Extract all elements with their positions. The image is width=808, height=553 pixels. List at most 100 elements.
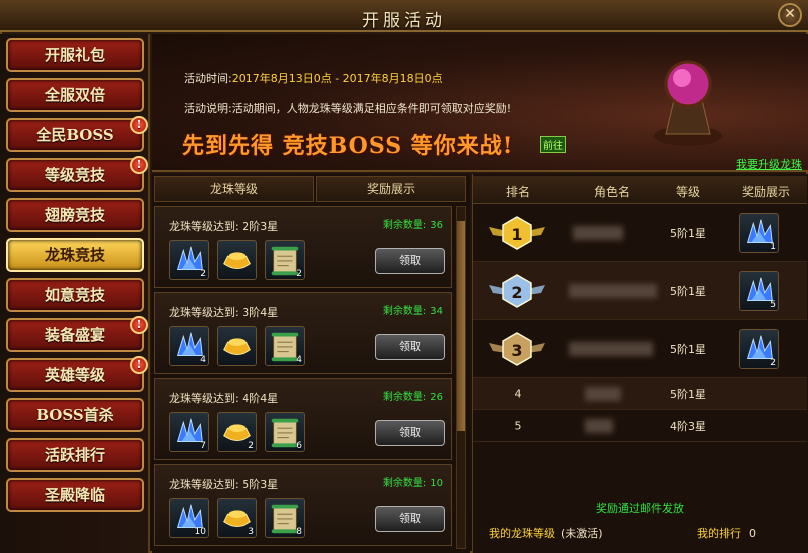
reward-item-slot[interactable]: 2 [265,240,305,280]
reward-tier-card: 龙珠等级达到: 2阶3星 剩余数量: 36 2 2 领取 [154,206,452,288]
sidebar-item-label: 如意竞技 [44,286,105,304]
sidebar-item-10[interactable]: BOSS首杀 [6,398,144,432]
sidebar-item-5[interactable]: 翅膀竞技 [6,198,144,232]
rank-medal-icon: 1 [489,215,545,250]
alert-badge-icon: ! [130,316,148,334]
sidebar-item-2[interactable]: 全服双倍 [6,78,144,112]
rank-number: 3 [511,341,522,360]
my-rank-value: 0 [749,527,756,540]
reward-tier-card: 龙珠等级达到: 5阶3星 剩余数量: 10 10 3 8 领取 [154,464,452,546]
scroll-thumb[interactable] [457,221,465,431]
header-orb-level: 龙珠等级 [154,176,314,202]
reward-item-slot[interactable]: 7 [169,412,209,452]
reward-item-slot[interactable] [217,240,257,280]
reward-tier-card: 龙珠等级达到: 4阶4星 剩余数量: 26 7 2 6 领取 [154,378,452,460]
gold-ingot-icon [223,252,251,270]
tier-condition: 龙珠等级达到: 5阶3星 [169,478,279,491]
sidebar-item-4[interactable]: 等级竞技! [6,156,148,192]
item-count: 2 [770,357,776,368]
upgrade-dragon-orb-link[interactable]: 我要升级龙珠 [736,156,802,172]
item-count: 2 [200,269,206,279]
remain-label: 剩余数量: [382,220,427,231]
goto-tag[interactable]: 前往 [540,136,566,153]
claim-button[interactable]: 领取 [375,420,445,446]
obscured-role-name [569,284,657,298]
rank-medal-icon: 3 [489,331,545,366]
tier-remaining: 剩余数量: 10 [383,474,443,489]
rank-number: 1 [511,225,522,244]
claim-button[interactable]: 领取 [375,248,445,274]
reward-item-slot[interactable]: 10 [169,498,209,538]
claim-button[interactable]: 领取 [375,506,445,532]
sidebar-item-label: BOSS首杀 [36,406,114,424]
sidebar-item-label: 翅膀竞技 [44,206,105,224]
tier-condition: 龙珠等级达到: 2阶3星 [169,220,279,233]
ranking-row: 1 5阶1星 1 [473,204,807,262]
close-button[interactable]: ✕ [778,3,802,27]
reward-list-scrollbar[interactable] [456,206,466,549]
rank-level: 4阶3星 [670,419,706,433]
sidebar-item-8[interactable]: 装备盛宴! [6,316,148,352]
ranking-row: 3 5阶1星 2 [473,320,807,378]
item-count: 7 [200,441,206,451]
title-bar: 开服活动 ✕ [0,0,808,32]
sidebar-item-6[interactable]: 龙珠竞技 [6,238,144,272]
reward-item-slot[interactable]: 2 [169,240,209,280]
alert-badge-icon: ! [130,356,148,374]
time-label: 活动时间: [184,72,232,85]
sidebar-item-label: 活跃排行 [44,446,105,464]
reward-item-slot[interactable]: 6 [265,412,305,452]
rank-level: 5阶1星 [670,284,706,298]
ranking-panel: 排名 角色名 等级 奖励展示 1 5阶1星 1 2 5阶1星 5 3 5阶1星 2 4 5阶1星 5 4… [472,174,808,553]
rank-reward-slot[interactable]: 5 [739,270,779,311]
sidebar-item-12[interactable]: 圣殿降临 [6,478,144,512]
tier-remaining: 剩余数量: 34 [383,302,443,317]
desc-label: 活动说明: [184,102,232,115]
alert-badge-icon: ! [130,116,148,134]
item-count: 4 [296,355,302,365]
sidebar-item-label: 英雄等级 [44,366,105,384]
rank-reward-slot[interactable]: 2 [739,328,779,369]
reward-item-slot[interactable]: 3 [217,498,257,538]
sidebar-item-3[interactable]: 全民BOSS! [6,116,148,152]
reward-item-slot[interactable]: 4 [265,326,305,366]
tier-remaining: 剩余数量: 36 [383,216,443,231]
header-rank: 排名 [505,185,530,199]
rank-level: 5阶1星 [670,387,706,401]
reward-item-slot[interactable]: 2 [217,412,257,452]
remain-value: 26 [430,392,443,403]
alert-badge-icon: ! [130,156,148,174]
ranking-row: 2 5阶1星 5 [473,262,807,320]
sidebar-item-1[interactable]: 开服礼包 [6,38,144,72]
item-count: 10 [194,527,206,537]
my-rank: 我的排行 0 [697,525,756,541]
sidebar-item-9[interactable]: 英雄等级! [6,356,148,392]
reward-item-slot[interactable]: 4 [169,326,209,366]
item-count: 2 [248,441,254,451]
header-reward-display: 奖励展示 [316,176,466,202]
sidebar-item-7[interactable]: 如意竞技 [6,278,144,312]
sidebar-item-label: 圣殿降临 [44,486,105,504]
remain-value: 10 [430,478,443,489]
item-count: 5 [770,299,776,310]
reward-item-slot[interactable]: 8 [265,498,305,538]
my-level-label: 我的龙珠等级 [489,527,555,540]
reward-tier-panel: 龙珠等级 奖励展示 龙珠等级达到: 2阶3星 剩余数量: 36 2 2 领取 龙珠等级达到:… [152,174,470,553]
remain-label: 剩余数量: [382,478,427,489]
remain-label: 剩余数量: [382,306,427,317]
activity-time: 活动时间:2017年8月13日0点 - 2017年8月18日0点 [184,70,443,86]
sidebar-item-label: 开服礼包 [44,46,105,64]
claim-button[interactable]: 领取 [375,334,445,360]
sidebar-item-11[interactable]: 活跃排行 [6,438,144,472]
rank-reward-slot[interactable]: 1 [739,212,779,253]
dragon-orb-icon [654,60,722,146]
sidebar-item-label: 等级竞技 [44,166,105,184]
gold-ingot-icon [223,338,251,356]
header-reward: 奖励展示 [741,185,790,199]
activity-description: 活动说明:活动期间，人物龙珠等级满足相应条件即可领取对应奖励! [184,100,511,116]
header-level: 等级 [675,185,700,199]
sidebar-item-label: 装备盛宴 [44,326,105,344]
reward-item-slot[interactable] [217,326,257,366]
ranking-header: 排名 角色名 等级 奖励展示 [473,176,807,204]
time-value: 2017年8月13日0点 - 2017年8月18日0点 [231,72,443,85]
